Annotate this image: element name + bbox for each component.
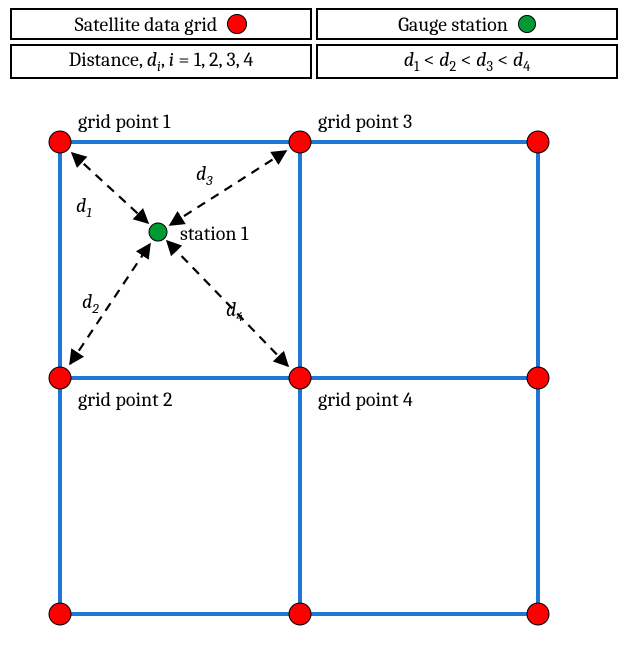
- label-d1: d1: [76, 194, 92, 221]
- grid-node: [49, 603, 71, 625]
- page: Satellite data grid Gauge station Distan…: [0, 0, 630, 646]
- diagram-labels: grid point 1 grid point 2 grid point 3 g…: [76, 110, 413, 411]
- label-d3: d3: [196, 162, 213, 189]
- label-gp2: grid point 2: [78, 388, 172, 411]
- label-gp4: grid point 4: [318, 388, 413, 411]
- label-gp3: grid point 3: [318, 110, 412, 133]
- label-station: station 1: [180, 222, 249, 245]
- grid-node: [289, 603, 311, 625]
- grid-point-4: [289, 367, 311, 389]
- label-d4: d4: [226, 298, 243, 325]
- grid-point-1: [49, 131, 71, 153]
- label-d2: d2: [82, 290, 99, 317]
- station-1: [149, 223, 167, 241]
- grid-node: [527, 131, 549, 153]
- distance-lines: [70, 151, 288, 366]
- label-gp1: grid point 1: [78, 110, 171, 133]
- grid-point-2: [49, 367, 71, 389]
- grid-diagram: grid point 1 grid point 2 grid point 3 g…: [0, 0, 630, 646]
- grid-node: [527, 367, 549, 389]
- grid-node: [527, 603, 549, 625]
- grid-point-3: [289, 131, 311, 153]
